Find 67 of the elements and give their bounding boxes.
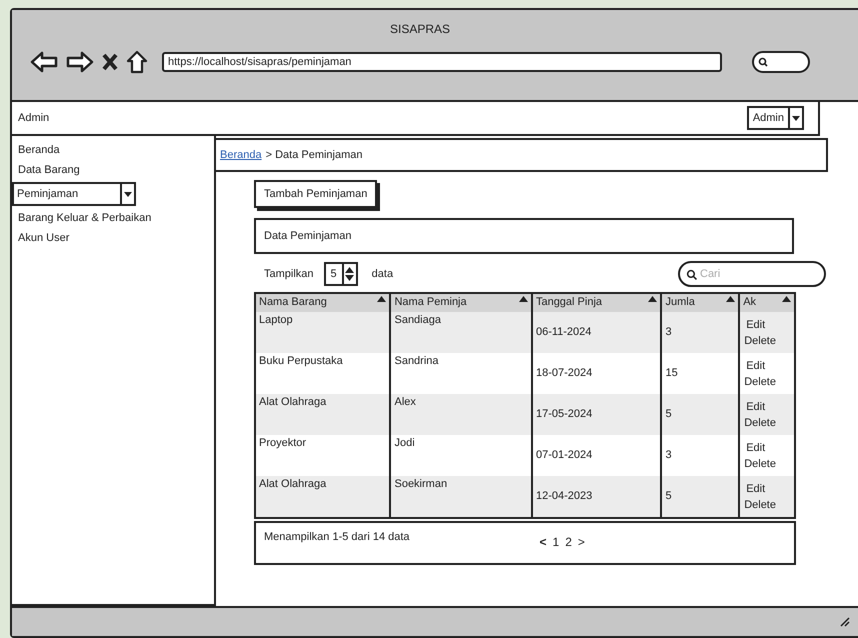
delete-link[interactable]: Delete: [744, 456, 776, 472]
table-cell-text: Alat Olahraga: [259, 477, 326, 492]
table-cell-text: Alat Olahraga: [259, 395, 326, 410]
delete-link[interactable]: Delete: [744, 374, 776, 390]
sidebar-item[interactable]: Data Barang: [12, 162, 214, 178]
search-icon: [686, 268, 697, 280]
delete-link[interactable]: Delete: [744, 496, 776, 512]
delete-link[interactable]: Delete: [744, 414, 776, 430]
caret-icon: [792, 116, 800, 120]
table-cell-text: Soekirman: [394, 477, 448, 492]
user-dropdown[interactable]: Admin: [746, 106, 804, 130]
forward-icon[interactable]: [66, 51, 94, 73]
stepper-icon: [345, 267, 354, 281]
search-icon: [758, 57, 768, 67]
table-cell-text: Proyektor: [259, 436, 306, 451]
caret-icon: [124, 192, 132, 196]
table-cell-text: 18-07-2024: [536, 366, 592, 382]
summary-text: Menampilkan 1-5 dari 14 data: [264, 530, 410, 545]
address-field[interactable]: https://localhost/sisapras/peminjaman: [162, 52, 722, 72]
panel-header: Data Peminjaman: [254, 218, 794, 254]
edit-link[interactable]: Edit: [746, 358, 766, 374]
window-title: SISAPRAS: [390, 21, 450, 38]
table-cell-text: 12-04-2023: [536, 489, 592, 504]
sidebar-dropdown[interactable]: Peminjaman: [12, 182, 136, 206]
page-size-label: Tampilkan: [264, 266, 314, 282]
table-cell-text: 3: [665, 448, 672, 464]
table-cell-text: 15: [665, 366, 678, 382]
table-cell-text: 06-11-2024: [536, 325, 592, 340]
sidebar-item[interactable]: Beranda: [12, 142, 214, 158]
sidebar-item[interactable]: Barang Keluar & Perbaikan: [12, 210, 214, 226]
next-page-button[interactable]: >: [578, 533, 585, 551]
breadcrumb-current: > Data Peminjaman: [266, 148, 363, 163]
sidebar-item[interactable]: Akun User: [12, 230, 214, 246]
page-button[interactable]: 2: [565, 533, 572, 551]
column-header[interactable]: Ak: [740, 294, 794, 312]
edit-link[interactable]: Edit: [746, 440, 766, 456]
table-cell-text: 07-01-2024: [536, 448, 592, 464]
page-size-suffix: data: [372, 266, 394, 282]
table-cell-text: Laptop: [259, 313, 293, 328]
sort-icon: [377, 296, 386, 302]
sort-icon: [782, 296, 791, 302]
table-cell-text: 17-05-2024: [536, 407, 592, 422]
table-cell-text: 5: [665, 407, 672, 422]
edit-link[interactable]: Edit: [746, 316, 766, 332]
table-cell-text: Alex: [394, 395, 416, 410]
close-icon[interactable]: [102, 53, 118, 71]
table-cell-text: 5: [665, 489, 672, 504]
search-field[interactable]: [752, 51, 810, 73]
sort-icon: [518, 296, 528, 302]
table-cell-text: Buku Perpustaka: [259, 354, 343, 369]
resize-grip-icon: [840, 617, 850, 627]
table-cell-text: 3: [665, 325, 672, 340]
page-button[interactable]: 1: [552, 533, 560, 551]
page-size-stepper[interactable]: 5: [324, 262, 358, 286]
prev-page-button[interactable]: <: [540, 533, 547, 551]
table-cell-text: Sandrina: [394, 354, 439, 369]
sort-icon: [726, 296, 736, 302]
edit-link[interactable]: Edit: [746, 480, 766, 496]
breadcrumb-link[interactable]: Beranda: [220, 146, 262, 164]
table-cell-text: Jodi: [394, 436, 415, 451]
table-cell-text: Sandiaga: [394, 313, 441, 328]
app-title: Admin: [18, 110, 50, 126]
delete-link[interactable]: Delete: [744, 332, 776, 348]
back-icon[interactable]: [30, 51, 58, 73]
edit-link[interactable]: Edit: [746, 398, 766, 414]
sort-icon: [648, 296, 658, 302]
add-button[interactable]: Tambah Peminjaman: [254, 180, 378, 208]
